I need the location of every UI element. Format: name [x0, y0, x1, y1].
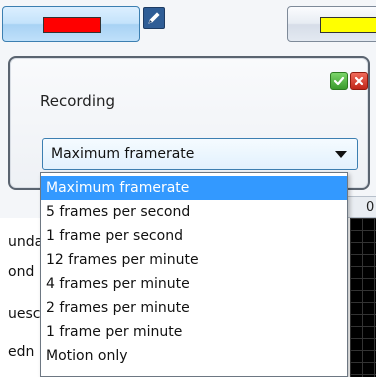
day-list: unda ond uesc edn — [0, 218, 42, 377]
dropdown-option[interactable]: 5 frames per second — [41, 200, 347, 224]
close-glyph — [354, 76, 364, 86]
recording-popup: Recording Maximum framerate — [8, 56, 370, 190]
day-label: edn — [8, 344, 35, 360]
recording-mode-dropdown: Maximum framerate 5 frames per second 1 … — [40, 172, 348, 377]
day-label: uesc — [8, 306, 41, 322]
recording-mode-select[interactable]: Maximum framerate — [42, 138, 358, 170]
dropdown-option[interactable]: 4 frames per minute — [41, 272, 347, 296]
chevron-down-icon[interactable] — [335, 151, 347, 158]
popup-title: Recording — [40, 92, 116, 110]
dropdown-option[interactable]: Maximum framerate — [41, 176, 347, 200]
dropdown-option[interactable]: Motion only — [41, 344, 347, 368]
dropdown-option[interactable]: 1 frame per second — [41, 224, 347, 248]
checkmark-icon[interactable] — [330, 72, 348, 90]
pencil-glyph — [148, 12, 160, 24]
pencil-icon[interactable] — [143, 7, 165, 29]
primary-color-button[interactable] — [2, 6, 140, 42]
schedule-grid[interactable] — [350, 218, 376, 377]
select-current-value: Maximum framerate — [51, 146, 195, 162]
dropdown-option[interactable]: 2 frames per minute — [41, 296, 347, 320]
day-label: unda — [8, 234, 42, 250]
dropdown-option[interactable]: 1 frame per minute — [41, 320, 347, 344]
checkmark-glyph — [333, 76, 345, 86]
dropdown-option[interactable]: 12 frames per minute — [41, 248, 347, 272]
day-label: ond — [8, 264, 35, 280]
yellow-color-swatch — [320, 17, 376, 33]
secondary-color-button[interactable] — [287, 6, 376, 42]
close-x-icon[interactable] — [350, 72, 368, 90]
screen: unda ond uesc edn 0 Recording Maximum fr… — [0, 0, 376, 377]
grid-header-label: 0 — [366, 200, 375, 215]
red-color-swatch — [43, 17, 101, 33]
